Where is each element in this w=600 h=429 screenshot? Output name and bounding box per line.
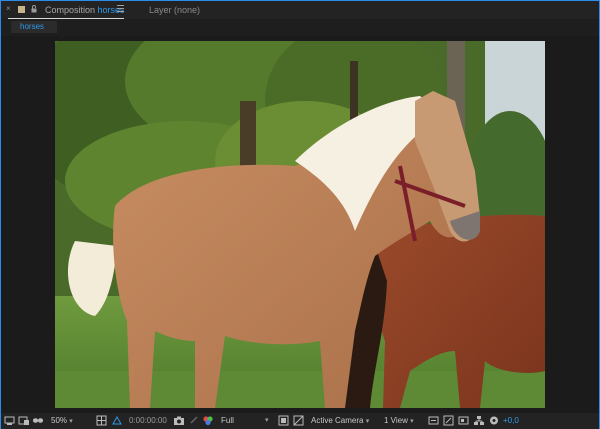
camera-view-select[interactable]: Active Camera ▾ xyxy=(311,416,369,427)
viewer-toolbar: 50% ▾ 0:00:00:00 Full ▾ Active Camera ▾ 1… xyxy=(1,412,599,429)
label-color-swatch-icon[interactable] xyxy=(18,6,25,13)
channel-color-icon[interactable] xyxy=(202,415,214,426)
timeline-icon[interactable] xyxy=(458,415,470,426)
close-icon[interactable]: × xyxy=(6,4,11,13)
chevron-down-icon: ▾ xyxy=(69,418,73,425)
composition-tab-row: horses xyxy=(1,19,599,36)
chevron-down-icon: ▾ xyxy=(410,418,414,425)
toggle-pixel-aspect-icon[interactable] xyxy=(428,415,440,426)
reset-exposure-icon[interactable] xyxy=(488,415,500,426)
resolution-value: Full xyxy=(221,416,234,425)
tab-horses[interactable]: horses xyxy=(11,21,57,33)
panel-header: × Composition horses Layer (none) xyxy=(1,1,599,19)
exposure-value[interactable]: +0,0 xyxy=(503,416,519,426)
region-of-interest-icon[interactable] xyxy=(278,415,290,426)
3d-glasses-icon[interactable] xyxy=(32,415,44,426)
primary-viewer-icon[interactable] xyxy=(18,415,30,426)
fast-previews-icon[interactable] xyxy=(443,415,455,426)
view-layout-value: 1 View xyxy=(384,416,408,425)
view-layout-select[interactable]: 1 View ▾ xyxy=(384,416,414,427)
chevron-down-icon: ▾ xyxy=(265,417,269,424)
camera-view-value: Active Camera xyxy=(311,416,364,425)
flowchart-icon[interactable] xyxy=(473,415,485,426)
panel-menu-icon[interactable] xyxy=(117,5,124,12)
resolution-grid-icon[interactable] xyxy=(96,415,108,426)
composition-viewer-image xyxy=(55,41,545,408)
timecode-display[interactable]: 0:00:00:00 xyxy=(129,416,167,426)
always-preview-icon[interactable] xyxy=(4,415,16,426)
chevron-down-icon: ▾ xyxy=(365,418,370,425)
magnification-value: 50% xyxy=(51,416,68,425)
mask-visibility-icon[interactable] xyxy=(111,415,123,426)
composition-label: Composition xyxy=(45,5,96,15)
transparency-grid-icon[interactable] xyxy=(293,415,305,426)
show-snapshot-icon[interactable] xyxy=(189,415,201,426)
lock-icon[interactable] xyxy=(31,5,37,13)
layer-panel-title[interactable]: Layer (none) xyxy=(149,5,200,15)
resolution-select[interactable]: Full ▾ xyxy=(221,416,273,426)
composition-panel-title[interactable]: Composition horses xyxy=(45,5,125,15)
camera-snapshot-icon[interactable] xyxy=(173,415,185,426)
magnification-select[interactable]: 50% ▾ xyxy=(51,416,73,427)
